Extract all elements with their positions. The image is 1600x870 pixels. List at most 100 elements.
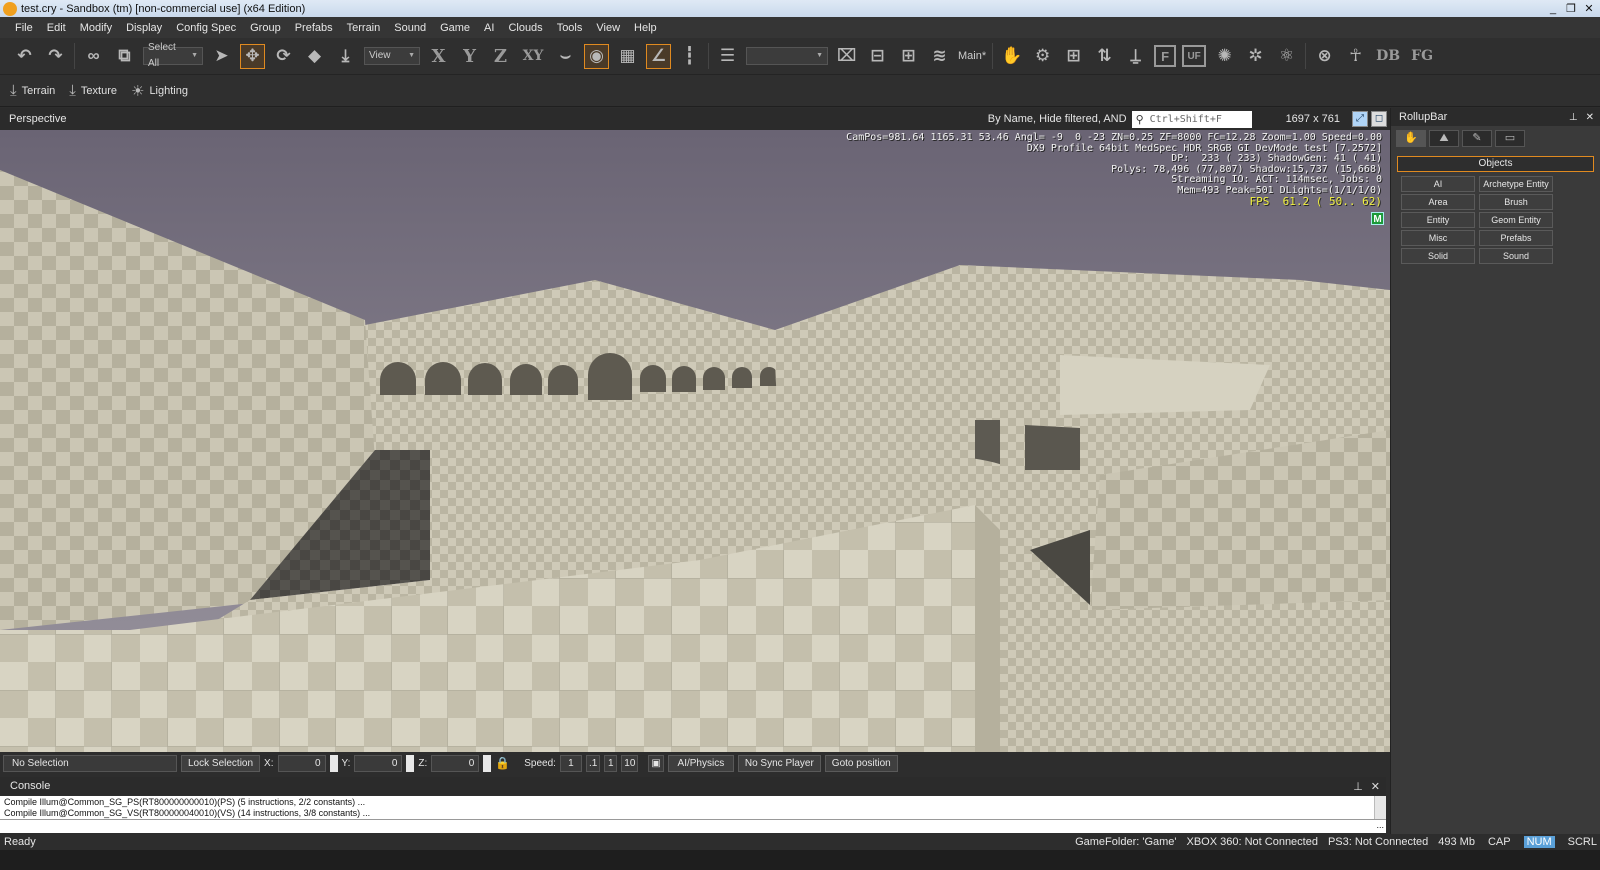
align-to-grid-icon[interactable]: ⊞ xyxy=(896,44,921,69)
atom-icon[interactable]: ⚛ xyxy=(1274,44,1299,69)
object-brush-button[interactable]: Brush xyxy=(1479,194,1553,210)
layers-icon[interactable]: ≋ xyxy=(927,44,952,69)
scale-icon[interactable]: ◆ xyxy=(302,44,327,69)
ui-flowgraph-button[interactable]: UF xyxy=(1182,45,1207,67)
move-icon[interactable]: ✥ xyxy=(240,43,265,69)
angle-snap-icon[interactable]: ∠ xyxy=(646,43,671,69)
maximize-viewport-icon[interactable]: ◻ xyxy=(1371,111,1387,127)
menu-help[interactable]: Help xyxy=(627,22,664,34)
object-geom-entity-button[interactable]: Geom Entity xyxy=(1479,212,1553,228)
menu-modify[interactable]: Modify xyxy=(73,22,119,34)
object-sound-button[interactable]: Sound xyxy=(1479,248,1553,264)
rotate-icon[interactable]: ⟳ xyxy=(271,44,296,69)
perspective-viewport[interactable]: CamPos=981.64 1165.31 53.46 Angl= -9 0 -… xyxy=(0,130,1390,752)
axis-xy-button[interactable]: XY xyxy=(519,48,547,64)
ai-physics-button[interactable]: AI/Physics xyxy=(667,754,734,772)
particles-icon[interactable]: ✺ xyxy=(1212,44,1237,69)
pin-icon[interactable]: ⊥ xyxy=(1569,112,1578,123)
link-icon[interactable]: ∞ xyxy=(81,44,106,69)
tab-modeling-icon[interactable]: ✎ xyxy=(1462,130,1492,147)
menu-clouds[interactable]: Clouds xyxy=(501,22,549,34)
align-icon[interactable]: ⊟ xyxy=(865,44,890,69)
z-coordinate-input[interactable]: 0 xyxy=(431,754,480,772)
viewport-title[interactable]: Perspective xyxy=(0,113,66,125)
tab-terrain-icon[interactable]: ⛰ xyxy=(1429,130,1459,147)
y-coordinate-input[interactable]: 0 xyxy=(354,754,403,772)
drop-to-terrain-icon[interactable]: ⤓ xyxy=(333,44,358,69)
menu-prefabs[interactable]: Prefabs xyxy=(288,22,340,34)
character-icon[interactable]: ☥ xyxy=(1343,44,1368,69)
camera-icon[interactable]: ▣ xyxy=(648,754,664,772)
selection-set-icon[interactable]: ☰ xyxy=(715,44,740,69)
menu-display[interactable]: Display xyxy=(119,22,169,34)
grid-snap-icon[interactable]: ▦ xyxy=(615,44,640,69)
menu-file[interactable]: File xyxy=(8,22,40,34)
speed-input[interactable]: 1 xyxy=(559,754,582,772)
object-misc-button[interactable]: Misc xyxy=(1401,230,1475,246)
facial-editor-button[interactable]: FG xyxy=(1408,48,1436,64)
minimize-button[interactable]: _ xyxy=(1545,2,1561,16)
console-more-button[interactable]: ... xyxy=(1376,820,1384,830)
unlink-icon[interactable]: ⧉ xyxy=(112,44,137,69)
menu-tools[interactable]: Tools xyxy=(550,22,590,34)
tab-objects-icon[interactable]: ✋ xyxy=(1396,130,1426,147)
speed-preset-10[interactable]: 10 xyxy=(621,754,639,772)
axis-z-button[interactable]: Z xyxy=(488,46,513,67)
close-icon[interactable]: ✕ xyxy=(1586,112,1594,123)
object-archetype-entity-button[interactable]: Archetype Entity xyxy=(1479,176,1553,192)
sync-player-button[interactable]: No Sync Player xyxy=(737,754,821,772)
menu-ai[interactable]: AI xyxy=(477,22,501,34)
y-spinner[interactable] xyxy=(406,754,415,772)
menu-terrain[interactable]: Terrain xyxy=(340,22,388,34)
terrain-tool-button[interactable]: ⤓ Terrain xyxy=(10,82,55,99)
objects-section-header[interactable]: Objects xyxy=(1397,156,1594,172)
x-coordinate-input[interactable]: 0 xyxy=(277,754,326,772)
filter-label[interactable]: By Name, Hide filtered, AND xyxy=(988,113,1127,125)
object-search-field[interactable]: ⚲ Ctrl+Shift+F xyxy=(1131,110,1252,128)
flowgraph-button[interactable]: F xyxy=(1154,45,1177,67)
coordinate-system-combo[interactable]: View ▼ xyxy=(364,47,420,65)
terrain-snap-icon[interactable]: ⌣ xyxy=(553,44,578,69)
arrows-tool-icon[interactable]: ⇅ xyxy=(1092,44,1117,69)
lighting-tool-button[interactable]: ☀ Lighting xyxy=(131,82,188,100)
sphere-icon[interactable]: ⊗ xyxy=(1312,44,1337,69)
console-scrollbar[interactable] xyxy=(1374,796,1386,819)
z-spinner[interactable] xyxy=(483,754,492,772)
database-button[interactable]: DB xyxy=(1374,48,1402,64)
axis-x-button[interactable]: X xyxy=(426,46,451,67)
camera-view-icon[interactable]: ⤢ xyxy=(1352,111,1368,127)
menu-group[interactable]: Group xyxy=(243,22,288,34)
menu-view[interactable]: View xyxy=(589,22,627,34)
close-icon[interactable]: ✕ xyxy=(1371,780,1380,793)
menu-game[interactable]: Game xyxy=(433,22,477,34)
pin-icon[interactable]: ⊥ xyxy=(1353,780,1363,793)
undo-icon[interactable]: ↶ xyxy=(12,44,37,69)
close-button[interactable]: ✕ xyxy=(1581,2,1597,16)
speed-preset-0.1[interactable]: .1 xyxy=(585,754,601,772)
select-all-combo[interactable]: Select All ▼ xyxy=(143,42,203,69)
ground-tool-icon[interactable]: ⍊ xyxy=(1123,44,1148,69)
tab-display-icon[interactable]: ▭ xyxy=(1495,130,1525,147)
gear-icon[interactable]: ✲ xyxy=(1243,44,1268,69)
lock-icon[interactable]: 🔒 xyxy=(495,756,510,770)
console-input[interactable]: ... xyxy=(0,819,1386,833)
selection-set-combo[interactable]: ▼ xyxy=(746,47,828,65)
physics-icon[interactable]: ⚙ xyxy=(1030,44,1055,69)
select-arrow-icon[interactable]: ➤ xyxy=(209,44,234,69)
lock-selection-button[interactable]: Lock Selection xyxy=(181,754,261,772)
redo-icon[interactable]: ↷ xyxy=(43,44,68,69)
snap-to-object-icon[interactable]: ◉ xyxy=(584,43,609,69)
object-area-button[interactable]: Area xyxy=(1401,194,1475,210)
x-spinner[interactable] xyxy=(329,754,338,772)
texture-tool-button[interactable]: ⤓ Texture xyxy=(69,82,117,99)
menu-edit[interactable]: Edit xyxy=(40,22,73,34)
ruler-icon[interactable]: ┇ xyxy=(677,44,702,69)
object-entity-button[interactable]: Entity xyxy=(1401,212,1475,228)
brush-tool-icon[interactable]: ✋ xyxy=(999,44,1024,69)
grid-tool-icon[interactable]: ⊞ xyxy=(1061,44,1086,69)
menu-sound[interactable]: Sound xyxy=(387,22,433,34)
menu-config-spec[interactable]: Config Spec xyxy=(169,22,243,34)
axis-y-button[interactable]: Y xyxy=(457,46,482,67)
current-layer[interactable]: Main* xyxy=(958,50,986,62)
object-solid-button[interactable]: Solid xyxy=(1401,248,1475,264)
